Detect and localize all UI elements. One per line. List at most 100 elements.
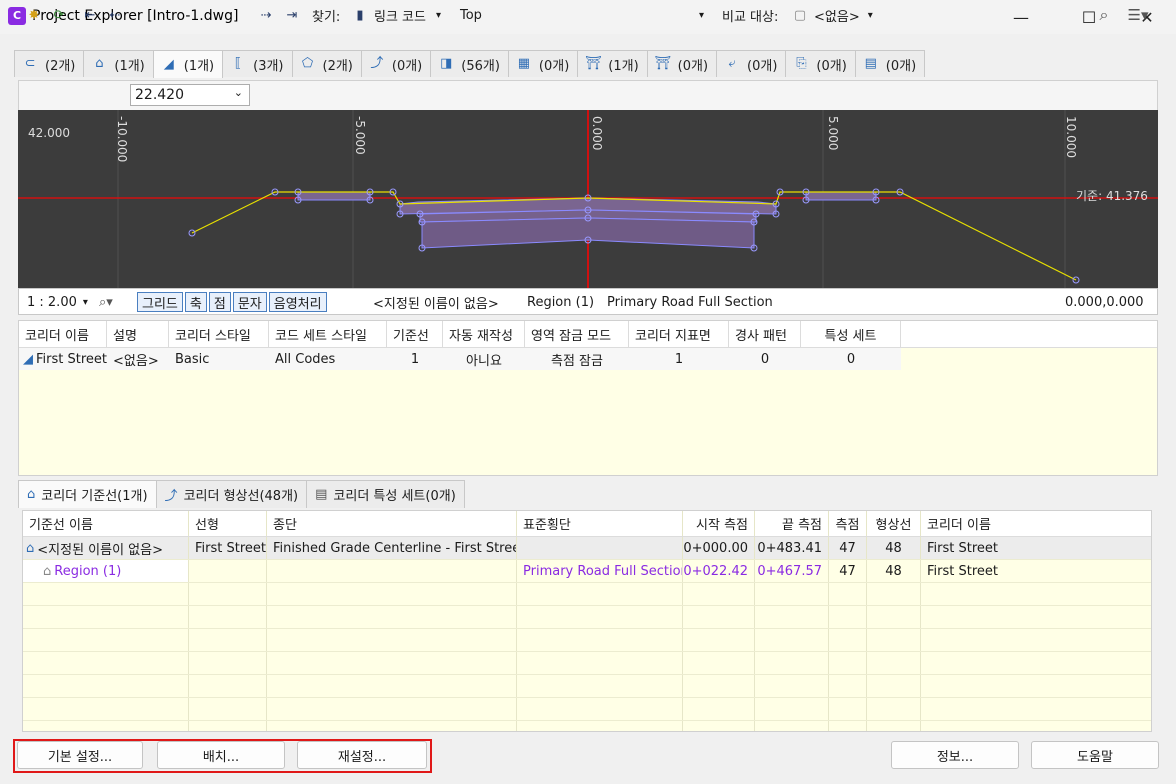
tab-label: (0개) (391, 58, 423, 74)
table-cell: ⌂ <지정된 이름이 없음> (23, 537, 189, 559)
table-cell: 1 (674, 351, 684, 367)
section-viewer[interactable]: 42.000 -10.000 -5.000 0.000 5.000 10.000… (18, 110, 1158, 288)
toggle-text[interactable]: 문자 (232, 292, 267, 312)
settings-button[interactable]: 기본 설정... (17, 741, 143, 769)
object-tabs: ⊂ (2개) ⌂ (1개) ◢ (1개) ⟦ (3개) ⬠ (2개) ⤴ (0개) ◨ (56… (14, 50, 974, 78)
column-header[interactable]: 코리더 스타일 (169, 321, 269, 347)
zoom-menu-icon[interactable]: ⌕▾ (99, 292, 113, 312)
column-header[interactable]: 끝 측점 (755, 511, 829, 536)
toggle-points[interactable]: 점 (208, 292, 231, 312)
chevron-down-icon: ⌄ (233, 86, 243, 99)
column-header[interactable]: 코리더 이름 (19, 321, 107, 347)
tab-baselines[interactable]: ⌂ (1개) (83, 50, 154, 77)
tab-assemblies[interactable]: ⟦ (3개) (222, 50, 293, 77)
dropdown-arrow-icon: ▾ (698, 9, 704, 21)
tab-label: (1개) (114, 58, 145, 74)
zoom-icon[interactable]: ⌕ (1092, 4, 1116, 26)
empty-row (23, 629, 1151, 652)
column-header[interactable]: 표준횡단 (517, 511, 683, 536)
elevation-label: 42.000 (28, 126, 70, 140)
column-header[interactable]: 코리더 이름 (921, 511, 1151, 536)
empty-row (23, 652, 1151, 675)
info-button[interactable]: 정보... (891, 741, 1019, 769)
tab-surfaces[interactable]: ⬠ (2개) (291, 50, 362, 77)
previous-station-icon[interactable]: ⇠ (104, 4, 126, 26)
tab-label: (0개) (747, 58, 778, 74)
add-icon[interactable]: ✸ (24, 4, 44, 26)
corridor-icon: ◢ (23, 351, 33, 367)
table-cell (517, 537, 683, 559)
column-header[interactable]: 영역 잠금 모드 (525, 321, 629, 347)
minimize-button[interactable]: — (998, 0, 1044, 34)
scale-dropdown[interactable]: 1 : 2.00 ▾ (27, 292, 88, 312)
station-value: 22.420 (135, 87, 184, 103)
table-row[interactable]: ◢ First Street <없음> Basic All Codes 1 아니요… (19, 348, 901, 370)
tab-label: (3개) (253, 58, 284, 74)
column-header[interactable]: 기준선 (387, 321, 443, 347)
table-cell: Basic (175, 351, 210, 367)
table-cell: 48 (867, 560, 921, 582)
table-cell: First Street (927, 563, 998, 579)
layout-button[interactable]: 배치... (157, 741, 285, 769)
sidewalk-right (805, 191, 877, 201)
tab-pipe-networks[interactable]: ⛩ (1개) (577, 50, 648, 77)
surface-icon: ⬠ (301, 56, 314, 71)
corridor-table: 코리더 이름 설명 코리더 스타일 코드 세트 스타일 기준선 자동 재작성 영… (18, 320, 1158, 476)
tab-label: 코리더 특성 세트(0개) (333, 489, 456, 504)
station-dropdown[interactable]: 22.420 ⌄ (130, 84, 250, 106)
tab-feature-lines[interactable]: ⤴ (0개) (360, 50, 432, 77)
column-header[interactable]: 측점 (829, 511, 867, 536)
toggle-grid[interactable]: 그리드 (137, 292, 183, 312)
link-code-dropdown[interactable]: 링크 코드 ▾ (374, 4, 441, 26)
tab-subassemblies[interactable]: ◨ (56개) (430, 50, 509, 77)
last-station-icon[interactable]: ⇥ (280, 4, 304, 26)
column-header[interactable]: 기준선 이름 (23, 511, 189, 536)
section-drawing (18, 110, 1158, 288)
toggle-axes[interactable]: 축 (184, 292, 207, 312)
tab-sheets[interactable]: ▤ (0개) (854, 50, 926, 77)
tab-sample-lines[interactable]: ⤶ (0개) (716, 50, 787, 77)
tab-corridor-feature-lines[interactable]: ⤴ 코리더 형상선(48개) (155, 480, 308, 508)
tab-view-frames[interactable]: ⎘ (0개) (785, 50, 856, 77)
assembly-icon: ⟦ (234, 56, 242, 71)
column-header[interactable]: 경사 패턴 (729, 321, 801, 347)
refresh-icon[interactable]: ⟳ (48, 4, 70, 26)
column-header[interactable]: 특성 세트 (801, 321, 901, 347)
table-row[interactable]: ⌂ <지정된 이름이 없음> First Street Finished Grad… (23, 537, 1151, 560)
toggle-shading[interactable]: 음영처리 (268, 292, 327, 312)
tab-parcels[interactable]: ▦ (0개) (507, 50, 579, 77)
tab-label: 코리더 형상선(48개) (183, 489, 299, 504)
sheet-icon: ▤ (864, 56, 877, 71)
column-header[interactable]: 코리더 지표면 (629, 321, 729, 347)
tab-corridor-property-sets[interactable]: ▤ 코리더 특성 세트(0개) (306, 480, 465, 508)
column-header[interactable]: 자동 재작성 (443, 321, 525, 347)
cursor-coords: 0.000,0.000 (1065, 294, 1144, 310)
tab-label: (2개) (45, 58, 76, 74)
table-cell: Finished Grade Centerline - First Street (267, 537, 517, 559)
table-row[interactable]: ⌂ Region (1) Primary Road Full Section 0+… (23, 560, 1151, 583)
compare-dropdown[interactable]: <없음> ▾ (814, 4, 873, 26)
column-header[interactable]: 코드 세트 스타일 (269, 321, 387, 347)
code-dropdown[interactable]: Top ▾ (460, 4, 708, 26)
cell-text: First Street (36, 351, 107, 367)
help-button[interactable]: 도움말 (1031, 741, 1159, 769)
pressure-icon: ⛩ (654, 56, 671, 71)
reset-button[interactable]: 재설정... (297, 741, 427, 769)
tab-alignments[interactable]: ⊂ (2개) (14, 50, 85, 77)
alignment-icon: ⊂ (24, 56, 36, 71)
column-header[interactable]: 형상선 (867, 511, 921, 536)
compare-object-icon: ▢ (793, 7, 807, 23)
tick-label: 5.000 (826, 116, 840, 151)
next-station-icon[interactable]: ⇢ (255, 4, 277, 26)
tab-corridors[interactable]: ◢ (1개) (152, 50, 224, 78)
table-cell: First Street (189, 537, 267, 559)
column-header[interactable]: 선형 (189, 511, 267, 536)
column-header[interactable]: 종단 (267, 511, 517, 536)
tab-pressure-networks[interactable]: ⛩ (0개) (646, 50, 718, 77)
first-station-icon[interactable]: ⇤ (78, 4, 102, 26)
column-header[interactable]: 설명 (107, 321, 169, 347)
tab-corridor-baselines[interactable]: ⌂ 코리더 기준선(1개) (18, 480, 157, 508)
column-header[interactable]: 시작 측점 (683, 511, 755, 536)
view-options-icon[interactable]: ☰▾ (1122, 4, 1154, 26)
code-value: Top (460, 7, 482, 23)
